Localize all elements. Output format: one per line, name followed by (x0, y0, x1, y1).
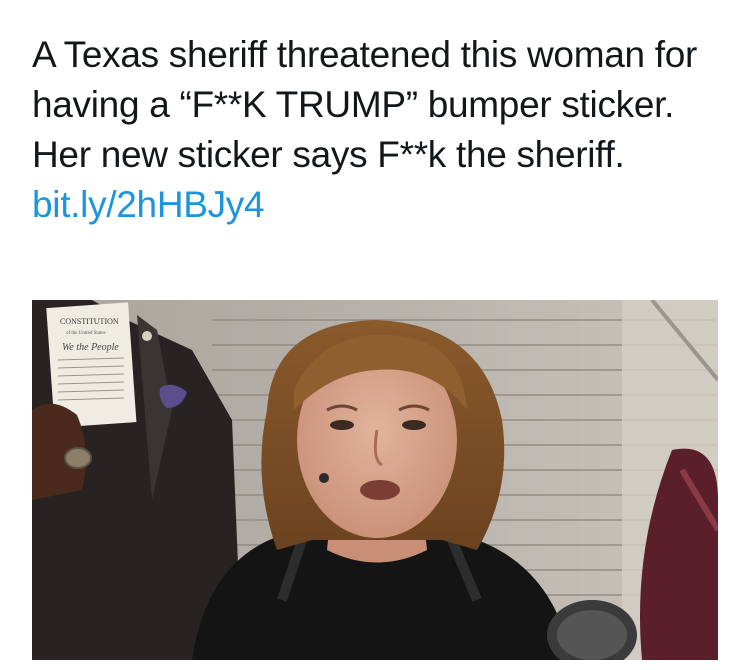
booklet-script: We the People (62, 342, 119, 353)
booklet-subheading: of the United States (66, 331, 106, 336)
tweet-text: A Texas sheriff threatened this woman fo… (32, 30, 722, 230)
tweet-media-image[interactable]: CONSTITUTION of the United States We the… (32, 300, 718, 660)
tweet-body: A Texas sheriff threatened this woman fo… (32, 34, 698, 175)
booklet-heading: CONSTITUTION (60, 317, 119, 326)
tweet-link[interactable]: bit.ly/2hHBJy4 (32, 184, 265, 225)
press-conference-photo: CONSTITUTION of the United States We the… (32, 300, 718, 660)
